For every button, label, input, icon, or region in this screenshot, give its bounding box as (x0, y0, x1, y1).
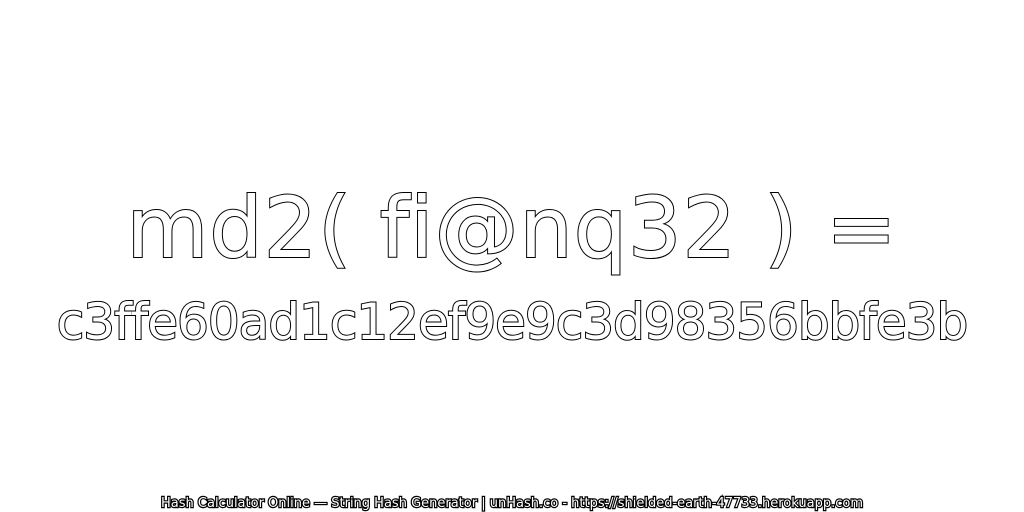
footer-caption: Hash Calculator Online — String Hash Gen… (160, 495, 864, 512)
hash-expression: md2( fi@nq32 ) = (126, 178, 898, 278)
hash-result: c3ffe60ad1c12ef9e9c3d98356bbfe3b (56, 292, 969, 352)
